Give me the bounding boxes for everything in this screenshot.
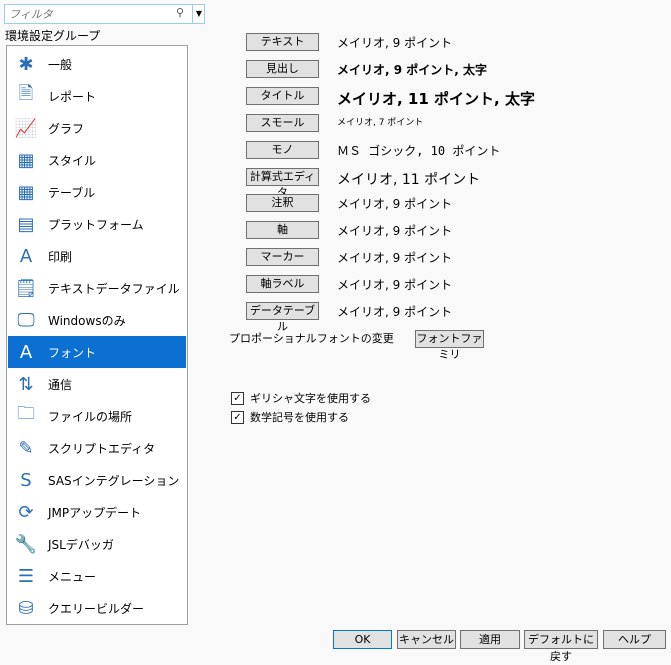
font-value: メイリオ, 9 ポイント, 太字 — [337, 63, 488, 77]
math-label: 数学記号を使用する — [250, 411, 349, 424]
font-value: メイリオ, 9 ポイント — [337, 278, 453, 292]
cancel-button[interactable]: キャンセル — [397, 630, 456, 649]
filter-input[interactable] — [7, 6, 176, 23]
sidebar-item[interactable]: A 印刷 — [8, 240, 186, 272]
sidebar-item-label: テキストデータファイル — [48, 281, 180, 296]
sidebar-item[interactable]: ✱ 一般 — [8, 48, 186, 80]
menu-icon: ☰ — [17, 565, 35, 587]
math-symbols-checkbox[interactable]: ✓ 数学記号を使用する — [231, 409, 349, 425]
sidebar-item[interactable]: 🖵 Windowsのみ — [8, 304, 186, 336]
sidebar-item[interactable]: 🗀 ファイルの場所 — [8, 400, 186, 432]
sidebar-item-label: フォント — [48, 345, 97, 360]
search-icon[interactable]: ⚲ — [176, 6, 184, 19]
sidebar-item-label: SASインテグレーション — [48, 473, 180, 488]
apply-button[interactable]: 適用 — [460, 630, 520, 649]
font-button[interactable]: タイトル — [246, 87, 319, 105]
sidebar-item[interactable]: ▦ スタイル — [8, 144, 186, 176]
font-icon: A — [19, 341, 33, 363]
graph-icon: 📈 — [14, 117, 38, 139]
font-value: メイリオ, 9 ポイント — [337, 224, 453, 238]
greek-checkbox[interactable]: ✓ ギリシャ文字を使用する — [231, 390, 371, 406]
sidebar-item[interactable]: ⛁ クエリービルダー — [8, 592, 186, 624]
font-button[interactable]: 注釈 — [246, 194, 319, 212]
sidebar-item[interactable]: ▤ プラットフォーム — [8, 208, 186, 240]
sidebar-item-label: メニュー — [48, 569, 97, 584]
sidebar-item-label: グラフ — [48, 121, 85, 136]
group-label: 環境設定グループ — [5, 29, 101, 43]
greek-label: ギリシャ文字を使用する — [250, 392, 371, 405]
sidebar-item[interactable]: 📈 グラフ — [8, 112, 186, 144]
update-icon: ⟳ — [18, 501, 34, 523]
sidebar-item[interactable]: A フォント — [8, 336, 186, 368]
font-family-button[interactable]: フォントファミリ — [415, 330, 484, 361]
sidebar-item-label: クエリービルダー — [48, 601, 145, 616]
sidebar-item[interactable]: 🗒 テキストデータファイル — [8, 272, 186, 304]
query-builder-icon: ⛁ — [18, 597, 34, 619]
font-button[interactable]: モノ — [246, 141, 319, 159]
font-value: メイリオ, 9 ポイント — [337, 305, 453, 319]
font-value: メイリオ, 7 ポイント — [337, 118, 424, 128]
font-value: メイリオ, 11 ポイント — [337, 172, 481, 188]
font-value: メイリオ, 9 ポイント — [337, 197, 453, 211]
ok-button[interactable]: OK — [333, 630, 392, 649]
font-value: メイリオ, 9 ポイント — [337, 36, 453, 50]
general-icon: ✱ — [18, 53, 34, 75]
sidebar-item-label: レポート — [48, 89, 97, 104]
sidebar-item-label: JSLデバッガ — [48, 537, 114, 552]
sidebar-item[interactable]: S SASインテグレーション — [8, 464, 186, 496]
folder-icon: 🗀 — [17, 403, 35, 424]
text-file-icon: 🗒 — [14, 277, 38, 299]
sidebar-item-label: スタイル — [48, 153, 97, 168]
report-icon: 🗎 — [18, 83, 34, 104]
platform-icon: ▤ — [17, 213, 35, 235]
font-button[interactable]: データテーブル — [246, 302, 319, 333]
font-button[interactable]: 軸ラベル — [246, 275, 319, 293]
chevron-down-icon[interactable]: ▼ — [192, 5, 205, 23]
proportional-font-label: プロポーショナルフォントの変更 — [229, 332, 394, 345]
monitor-icon: 🖵 — [17, 309, 35, 331]
font-value: メイリオ, 9 ポイント — [337, 251, 453, 265]
sidebar-item-label: Windowsのみ — [48, 313, 126, 328]
preference-group-list: ✱ 一般 🗎 レポート 📈 グラフ ▦ スタイル ▦ テーブル ▤ プラットフォーム A 印刷 🗒 テキストデ… — [6, 45, 188, 625]
script-editor-icon: ✎ — [18, 437, 34, 459]
sidebar-item-label: スクリプトエディタ — [48, 441, 156, 456]
sidebar-item[interactable]: ✎ スクリプトエディタ — [8, 432, 186, 464]
restore-defaults-button[interactable]: デフォルトに戻す — [524, 630, 598, 663]
style-icon: ▦ — [17, 149, 35, 171]
font-button[interactable]: スモール — [246, 114, 319, 132]
sidebar-item-label: プラットフォーム — [48, 217, 144, 232]
sidebar-item-label: テーブル — [48, 185, 96, 200]
checkbox-checked-icon[interactable]: ✓ — [231, 410, 244, 424]
sidebar-item[interactable]: ⟳ JMPアップデート — [8, 496, 186, 528]
wrench-icon: 🔧 — [14, 533, 38, 555]
print-icon: A — [19, 245, 33, 267]
sidebar-item-label: 印刷 — [48, 249, 73, 264]
sidebar-item-label: ファイルの場所 — [48, 409, 133, 424]
sidebar-item[interactable]: ⇅ 通信 — [8, 368, 186, 400]
sidebar-item[interactable]: ▦ テーブル — [8, 176, 186, 208]
font-button[interactable]: マーカー — [246, 248, 319, 266]
font-button[interactable]: 見出し — [246, 60, 319, 78]
sidebar-item-label: 通信 — [48, 377, 73, 392]
communication-icon: ⇅ — [18, 373, 34, 395]
font-value: メイリオ, 11 ポイント, 太字 — [337, 90, 535, 108]
sidebar-item[interactable]: 🔧 JSLデバッガ — [8, 528, 186, 560]
table-icon: ▦ — [17, 181, 35, 203]
sas-icon: S — [20, 469, 32, 491]
sidebar-item-label: JMPアップデート — [48, 505, 142, 520]
font-button[interactable]: 軸 — [246, 221, 319, 239]
font-value: ＭＳ ゴシック, 10 ポイント — [337, 144, 501, 158]
sidebar-item-label: 一般 — [48, 57, 73, 72]
help-button[interactable]: ヘルプ — [603, 630, 666, 649]
font-button[interactable]: 計算式エディタ — [246, 168, 319, 199]
filter-box: ⚲ ▼ — [4, 4, 205, 24]
checkbox-checked-icon[interactable]: ✓ — [231, 391, 244, 405]
sidebar-item[interactable]: 🗎 レポート — [8, 80, 186, 112]
font-button[interactable]: テキスト — [246, 33, 319, 51]
sidebar-item[interactable]: ☰ メニュー — [8, 560, 186, 592]
